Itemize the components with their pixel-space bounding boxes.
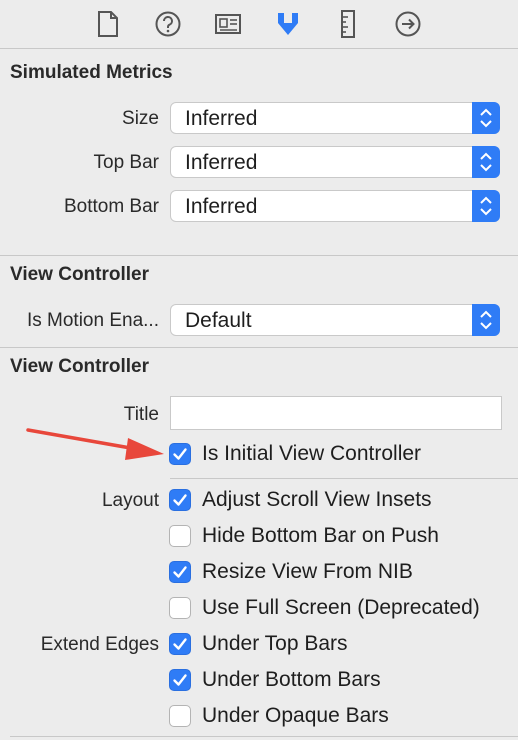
quick-help-icon[interactable] <box>152 8 184 40</box>
toolbar-divider <box>0 48 518 49</box>
title-input[interactable] <box>170 396 502 430</box>
top-bar-select[interactable]: Inferred <box>170 146 500 178</box>
bottom-bar-select[interactable]: Inferred <box>170 190 500 222</box>
under-top-bars-label: Under Top Bars <box>202 632 348 655</box>
motion-select[interactable]: Default <box>170 304 500 336</box>
group-divider <box>170 478 518 479</box>
layout-label: Layout <box>101 490 159 511</box>
resize-from-nib-label: Resize View From NIB <box>202 560 413 583</box>
size-label: Size <box>122 108 159 129</box>
resize-from-nib-checkbox[interactable] <box>169 561 191 583</box>
adjust-scroll-insets-checkbox[interactable] <box>169 489 191 511</box>
top-bar-value: Inferred <box>185 151 258 174</box>
select-arrows-icon <box>472 102 500 134</box>
under-bottom-bars-checkbox[interactable] <box>169 669 191 691</box>
select-arrows-icon <box>472 190 500 222</box>
initial-view-controller-checkbox[interactable] <box>169 443 191 465</box>
checkmark-icon <box>173 494 187 506</box>
under-top-bars-checkbox[interactable] <box>169 633 191 655</box>
use-full-screen-label: Use Full Screen (Deprecated) <box>202 596 480 619</box>
red-arrow-icon <box>26 428 164 460</box>
attributes-inspector-icon[interactable] <box>272 8 304 40</box>
section-divider <box>0 347 518 348</box>
motion-label: Is Motion Ena... <box>26 310 159 331</box>
checkmark-icon <box>173 448 187 460</box>
bottom-bar-value: Inferred <box>185 195 258 218</box>
select-arrows-icon <box>472 146 500 178</box>
checkmark-icon <box>173 566 187 578</box>
under-opaque-bars-checkbox[interactable] <box>169 705 191 727</box>
hide-bottom-bar-checkbox[interactable] <box>169 525 191 547</box>
initial-view-controller-label: Is Initial View Controller <box>202 442 422 465</box>
section-divider <box>0 255 518 256</box>
view-controller-title: View Controller <box>10 264 150 285</box>
under-opaque-bars-label: Under Opaque Bars <box>202 704 389 727</box>
adjust-scroll-insets-label: Adjust Scroll View Insets <box>202 488 432 511</box>
bottom-bar-label: Bottom Bar <box>63 196 159 217</box>
identity-inspector-icon[interactable] <box>212 8 244 40</box>
connections-inspector-icon[interactable] <box>392 8 424 40</box>
hide-bottom-bar-label: Hide Bottom Bar on Push <box>202 524 439 547</box>
size-value: Inferred <box>185 107 258 130</box>
simulated-metrics-title: Simulated Metrics <box>10 62 173 83</box>
size-inspector-icon[interactable] <box>332 8 364 40</box>
extend-edges-label: Extend Edges <box>40 634 159 655</box>
size-select[interactable]: Inferred <box>170 102 500 134</box>
top-bar-label: Top Bar <box>93 152 159 173</box>
motion-value: Default <box>185 309 252 332</box>
checkmark-icon <box>173 674 187 686</box>
inspector-toolbar <box>0 0 518 48</box>
select-arrows-icon <box>472 304 500 336</box>
section-divider <box>10 736 518 737</box>
checkmark-icon <box>173 638 187 650</box>
under-bottom-bars-label: Under Bottom Bars <box>202 668 381 691</box>
view-controller-title-2: View Controller <box>10 356 150 377</box>
file-inspector-icon[interactable] <box>92 8 124 40</box>
use-full-screen-checkbox[interactable] <box>169 597 191 619</box>
